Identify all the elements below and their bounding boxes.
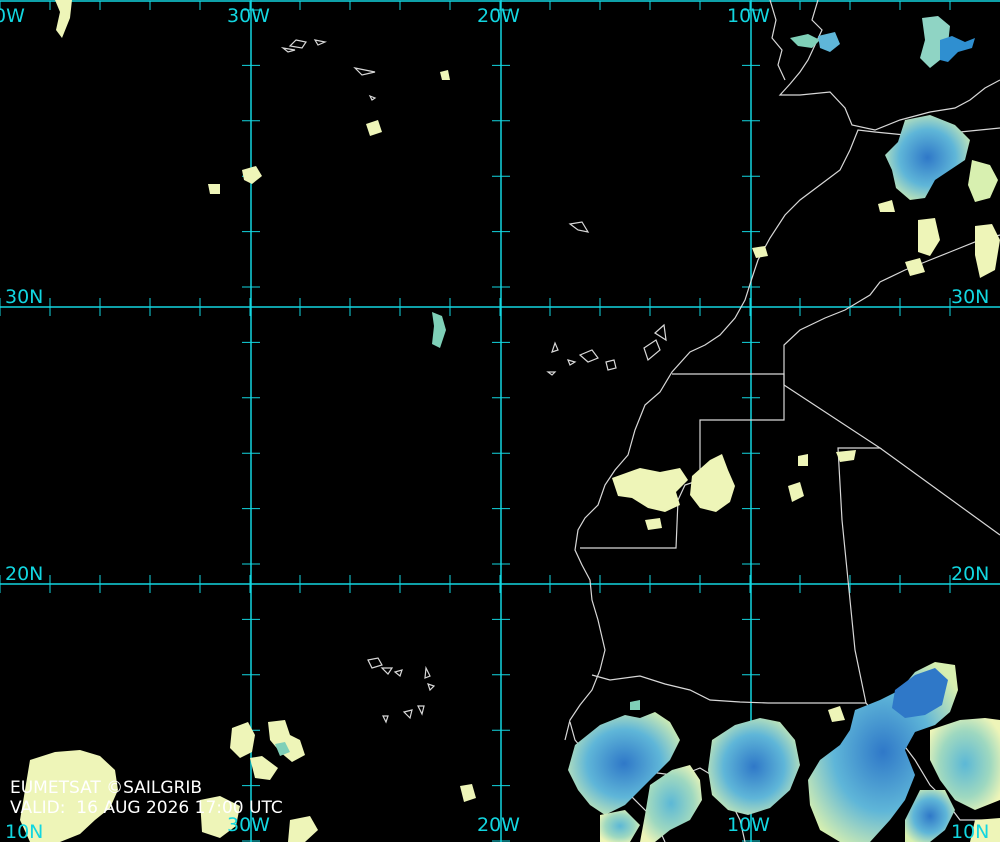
lon-label-top-left: 0W xyxy=(0,5,25,27)
cape-verde xyxy=(367,657,436,724)
cloud-atlas-2 xyxy=(975,224,1000,278)
lat-label-10n-right: 10N xyxy=(951,821,990,842)
satellite-map: 0W 30W 20W 10W 30N 30N 20N 20N 10N 30W 2… xyxy=(0,0,1000,842)
cloud-iberia-2 xyxy=(818,32,840,52)
cloud-sahara-4 xyxy=(788,482,804,502)
cloud-mid-atl-2 xyxy=(208,184,220,194)
canary-islands xyxy=(546,323,667,376)
lat-label-20n-right: 20N xyxy=(951,563,990,585)
cloud-guinea-2 xyxy=(600,810,640,842)
cloud-south-small xyxy=(460,784,476,802)
cloud-scatter-2 xyxy=(630,700,640,710)
algeria-border xyxy=(783,234,1000,385)
graticule xyxy=(0,0,1000,842)
cloud-scatter-1 xyxy=(828,706,845,722)
cloud-atlas xyxy=(918,218,940,256)
iberia-north xyxy=(769,0,786,81)
cloud-iberia xyxy=(790,34,820,48)
cloud-azores-2 xyxy=(440,70,450,80)
cloud-south-small-2 xyxy=(288,816,318,842)
madeira xyxy=(568,221,590,233)
azores-b xyxy=(353,67,377,101)
cloud-capeverde-2 xyxy=(268,720,305,762)
cloud-atlas-4 xyxy=(878,200,895,212)
mali-border xyxy=(879,447,1000,536)
cloud-cover xyxy=(20,0,1000,842)
cloud-coast-small xyxy=(752,246,768,258)
cloud-mali-west xyxy=(708,718,800,815)
cloud-madeira xyxy=(242,166,262,184)
source-caption: EUMETSAT ©SAILGRIB xyxy=(10,778,203,798)
lat-label-10n-left: 10N xyxy=(5,821,44,842)
lon-label-20w-bottom: 20W xyxy=(477,814,520,836)
cloud-atlas-3 xyxy=(905,258,925,276)
valid-time-caption: VALID: 16 AUG 2026 17:00 UTC xyxy=(10,798,283,818)
cloud-azores-3 xyxy=(55,0,72,38)
cloud-mid-atl xyxy=(432,312,446,348)
western-sahara-border xyxy=(580,373,785,549)
cloud-sahara-3 xyxy=(645,518,662,530)
mauritania-border xyxy=(768,384,883,704)
azores-a xyxy=(280,39,328,53)
cloud-sahara-6 xyxy=(798,454,808,466)
cloud-iberia-ne2 xyxy=(940,36,975,62)
cloud-morocco-2 xyxy=(968,160,998,202)
cloud-sahara-1 xyxy=(612,468,688,512)
cloud-azores xyxy=(366,120,382,136)
lon-label-30w-bottom: 30W xyxy=(227,814,270,836)
cloud-morocco xyxy=(885,115,970,200)
lat-label-20n-left: 20N xyxy=(5,563,44,585)
cloud-sahara-2 xyxy=(690,454,735,512)
lat-label-30n-left: 30N xyxy=(5,286,44,308)
lon-label-20w-top: 20W xyxy=(477,5,520,27)
lon-label-30w-top: 30W xyxy=(227,5,270,27)
graticule-ticks xyxy=(0,1,951,842)
lon-label-10w-bottom: 10W xyxy=(727,814,770,836)
lon-label-10w-top: 10W xyxy=(727,5,770,27)
iberia-coast xyxy=(778,0,1000,131)
map-canvas xyxy=(0,0,1000,842)
cloud-capeverde-3 xyxy=(250,756,278,780)
cloud-mali-southeast-2 xyxy=(905,790,955,842)
lat-label-30n-right: 30N xyxy=(951,286,990,308)
senegal-border xyxy=(591,674,769,704)
